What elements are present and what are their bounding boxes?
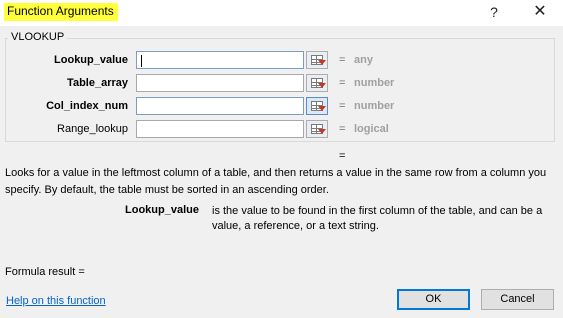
formula-result-label: Formula result = <box>5 266 85 278</box>
arg-help-text: is the value to be found in the first co… <box>212 205 543 232</box>
arg-row-col-index-num: Col_index_num = number <box>0 97 563 117</box>
col-index-num-input[interactable] <box>136 97 304 115</box>
help-on-function-link[interactable]: Help on this function <box>6 295 106 307</box>
text-caret <box>141 55 142 67</box>
title-bar: Function Arguments ? ✕ <box>0 0 563 26</box>
function-name: VLOOKUP <box>8 31 68 43</box>
close-icon[interactable]: ✕ <box>526 0 554 24</box>
ok-button[interactable]: OK <box>397 289 470 310</box>
equals-sign: = <box>339 54 346 66</box>
arg-row-table-array: Table_array = number <box>0 74 563 94</box>
table-array-input[interactable] <box>136 74 304 92</box>
col-index-num-collapse-icon[interactable] <box>306 97 328 115</box>
equals-sign: = <box>339 100 346 112</box>
equals-sign: = <box>339 77 346 89</box>
arg-result-range-lookup: logical <box>354 123 389 135</box>
arg-label-range-lookup: Range_lookup <box>57 123 128 135</box>
arg-help-name: Lookup_value <box>125 204 199 216</box>
help-icon[interactable]: ? <box>480 0 508 24</box>
table-array-collapse-icon[interactable] <box>306 74 328 92</box>
arg-label-table-array: Table_array <box>67 77 128 89</box>
arg-row-lookup-value: Lookup_value = any <box>0 51 563 71</box>
arg-result-table-array: number <box>354 77 395 89</box>
arg-label-lookup-value: Lookup_value <box>54 54 128 66</box>
arg-result-col-index-num: number <box>354 100 395 112</box>
lookup-value-collapse-icon[interactable] <box>306 51 328 69</box>
function-description: Looks for a value in the leftmost column… <box>5 167 547 196</box>
range-lookup-input[interactable] <box>136 120 304 138</box>
lookup-value-input[interactable] <box>136 51 304 69</box>
arg-row-range-lookup: Range_lookup = logical <box>0 120 563 140</box>
arg-label-col-index-num: Col_index_num <box>46 100 128 112</box>
dialog-title: Function Arguments <box>4 3 118 21</box>
cancel-button[interactable]: Cancel <box>481 289 554 310</box>
function-result-equals: = <box>339 150 346 162</box>
range-lookup-collapse-icon[interactable] <box>306 120 328 138</box>
arg-result-lookup-value: any <box>354 54 373 66</box>
equals-sign: = <box>339 123 346 135</box>
